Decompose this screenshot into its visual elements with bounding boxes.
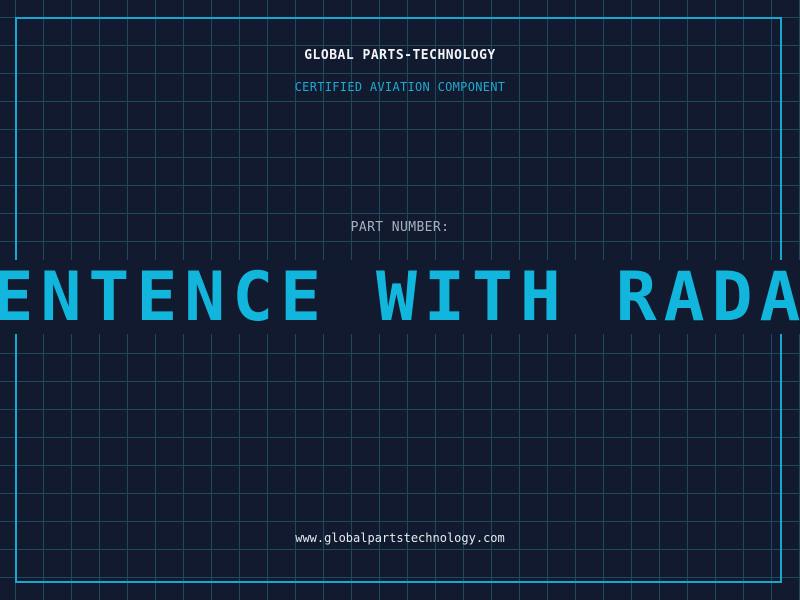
- company-name: GLOBAL PARTS-TECHNOLOGY: [304, 48, 496, 63]
- certification-subtitle: CERTIFIED AVIATION COMPONENT: [294, 80, 506, 94]
- part-number-band: SENTENCE WITH RADAR: [0, 260, 800, 334]
- website-url: www.globalpartstechnology.com: [295, 531, 505, 545]
- part-number-value: SENTENCE WITH RADAR: [0, 260, 800, 334]
- part-number-label: PART NUMBER:: [350, 220, 450, 235]
